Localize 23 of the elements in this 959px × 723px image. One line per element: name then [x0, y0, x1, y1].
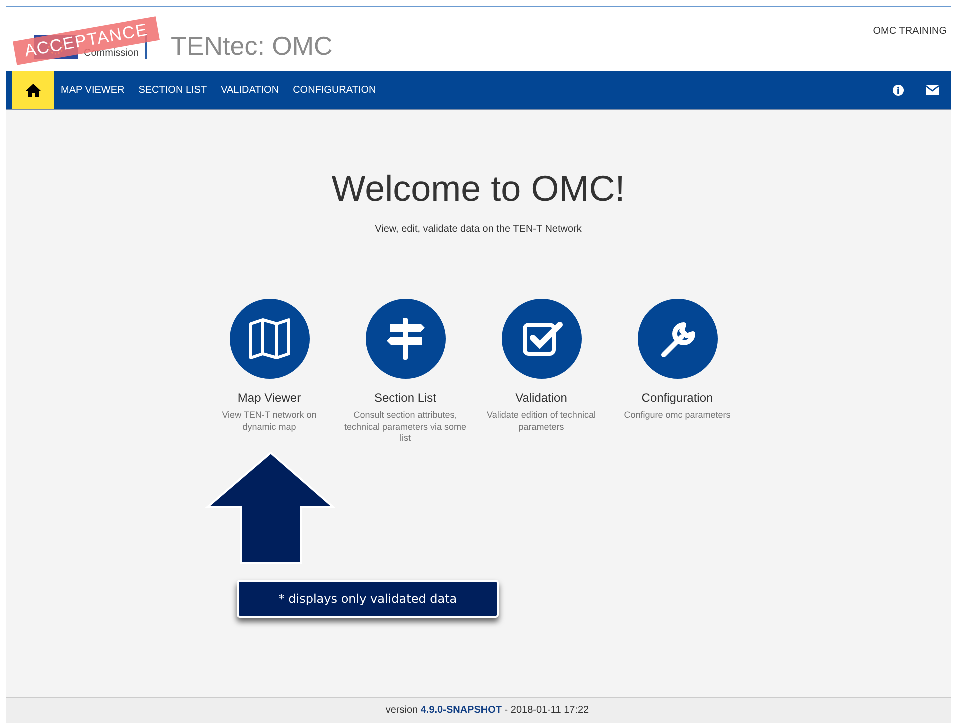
tile-description: View TEN-T network on dynamic map: [221, 410, 318, 434]
nav-link[interactable]: CONFIGURATION: [286, 71, 384, 109]
tile-title[interactable]: Map Viewer: [238, 391, 302, 405]
welcome-subtitle: View, edit, validate data on the TEN-T Network: [375, 224, 582, 235]
app-title: TENtec: OMC: [171, 30, 333, 62]
nav-link[interactable]: VALIDATION: [214, 71, 286, 109]
tile-title[interactable]: Validation: [516, 391, 568, 405]
nav-link[interactable]: MAP VIEWER: [54, 71, 132, 109]
nav-link[interactable]: SECTION LIST: [132, 71, 214, 109]
home-icon: [24, 82, 42, 98]
map-icon: [246, 316, 292, 362]
user-name[interactable]: OMC TRAINING: [873, 26, 947, 37]
version-text: version 4.9.0-SNAPSHOT - 2018-01-11 17:22: [386, 705, 590, 716]
tile-title[interactable]: Configuration: [642, 391, 714, 405]
welcome-title: Welcome to OMC!: [332, 168, 626, 210]
callout-note: * displays only validated data: [237, 580, 499, 618]
tile-description: Validate edition of technical parameters: [486, 410, 597, 434]
mail-icon[interactable]: [926, 85, 939, 95]
home-button[interactable]: [12, 71, 54, 109]
tile-description: Configure omc parameters: [624, 410, 731, 422]
tile-description: Consult section attributes, technical parameters via some list: [343, 410, 468, 446]
tile-title[interactable]: Section List: [374, 391, 437, 405]
info-icon[interactable]: [893, 84, 904, 96]
